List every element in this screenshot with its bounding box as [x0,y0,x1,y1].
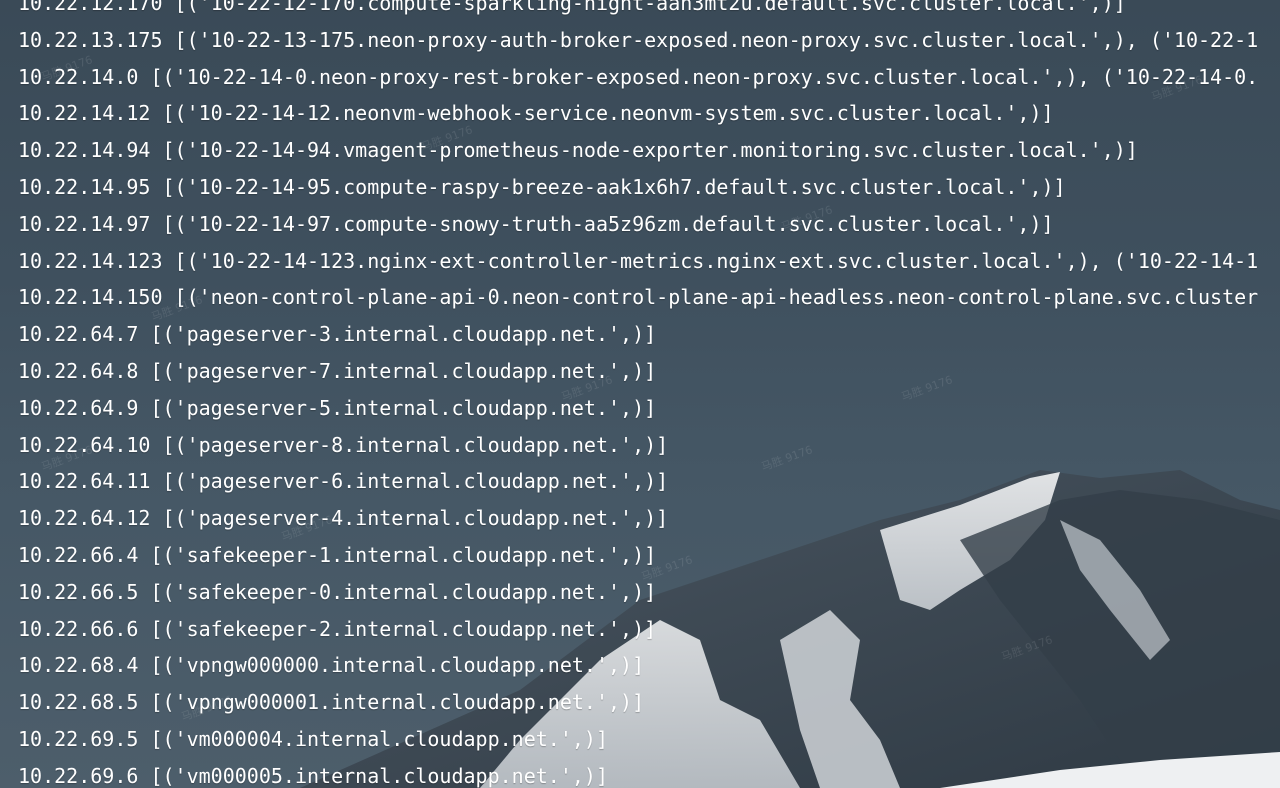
terminal-line: 10.22.14.94 [('10-22-14-94.vmagent-prome… [18,138,1138,163]
terminal-line: 10.22.66.5 [('safekeeper-0.internal.clou… [18,579,657,604]
terminal-line: 10.22.13.175 [('10-22-13-175.neon-proxy-… [18,27,1259,52]
terminal-line: 10.22.14.123 [('10-22-14-123.nginx-ext-c… [18,248,1259,273]
terminal-line: 10.22.66.6 [('safekeeper-2.internal.clou… [18,616,657,641]
terminal-line: 10.22.68.4 [('vpngw000000.internal.cloud… [18,653,645,678]
terminal-line: 10.22.68.5 [('vpngw000001.internal.cloud… [18,690,645,715]
terminal-line: 10.22.66.4 [('safekeeper-1.internal.clou… [18,543,657,567]
terminal-line: 10.22.64.7 [('pageserver-3.internal.clou… [18,322,657,347]
terminal-line: 10.22.64.9 [('pageserver-5.internal.clou… [18,395,657,420]
terminal-line: 10.22.14.12 [('10-22-14-12.neonvm-webhoo… [18,101,1054,126]
terminal-line: 10.22.64.11 [('pageserver-6.internal.clo… [18,469,669,494]
terminal-line: 10.22.69.6 [('vm000005.internal.cloudapp… [18,763,609,788]
terminal-line: 10.22.64.10 [('pageserver-8.internal.clo… [18,432,669,457]
terminal-line: 10.22.14.95 [('10-22-14-95.compute-raspy… [18,175,1066,199]
terminal-line: 10.22.14.0 [('10-22-14-0.neon-proxy-rest… [18,64,1259,89]
terminal-line: 10.22.14.97 [('10-22-14-97.compute-snowy… [18,211,1054,236]
terminal-line: 10.22.64.12 [('pageserver-4.internal.clo… [18,506,669,531]
terminal-line: 10.22.64.8 [('pageserver-7.internal.clou… [18,359,657,383]
terminal-output: 10.22.12.170 [('10-22-12-170.compute-spa… [0,0,1280,788]
terminal-line: 10.22.69.5 [('vm000004.internal.cloudapp… [18,727,609,751]
terminal-line: 10.22.12.170 [('10-22-12-170.compute-spa… [18,0,1126,15]
